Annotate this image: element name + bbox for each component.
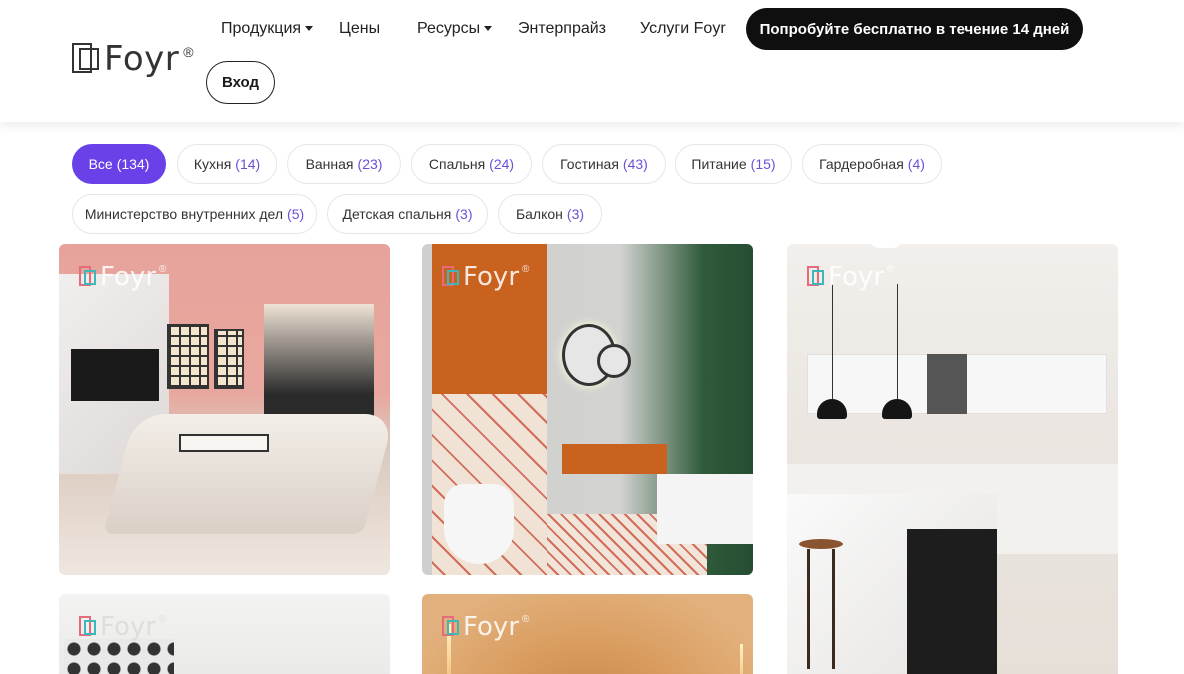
gallery-card-bathroom[interactable]: Foyr ® xyxy=(422,244,753,575)
gallery-card-living-room[interactable]: Foyr ® xyxy=(59,244,390,575)
vanity xyxy=(562,444,667,474)
foyr-logo[interactable]: Foyr ® xyxy=(72,42,194,76)
watermark-reg: ® xyxy=(522,614,530,625)
filter-count: (23) xyxy=(357,156,383,172)
gallery-card-4[interactable]: Foyr ® xyxy=(59,594,390,674)
nav-enterprise[interactable]: Энтерпрайз xyxy=(518,20,606,38)
foyr-watermark: Foyr ® xyxy=(442,264,529,290)
watermark-text: Foyr xyxy=(463,612,520,642)
logo-text: Foyr xyxy=(104,39,180,79)
coffee-table xyxy=(179,434,269,452)
site-header: Foyr ® Продукция Цены Ресурсы Энтерпрайз… xyxy=(0,0,1184,122)
chevron-down-icon xyxy=(305,25,314,31)
toilet xyxy=(444,484,514,564)
nav-resources-label: Ресурсы xyxy=(417,20,481,37)
nav-products-label: Продукция xyxy=(221,20,302,37)
gallery-card-kitchen[interactable]: Foyr ® xyxy=(787,244,1118,674)
filter-label: Балкон xyxy=(515,206,563,222)
filter-count: (5) xyxy=(287,206,305,222)
filter-chip-kitchen[interactable]: Кухня (14) xyxy=(177,144,277,184)
filter-label: Детская спальня xyxy=(342,206,452,222)
filter-count: (14) xyxy=(235,156,261,172)
window xyxy=(214,329,244,389)
nav-resources[interactable]: Ресурсы xyxy=(417,20,493,38)
filter-label: Все xyxy=(88,156,113,172)
filter-chip-bathroom[interactable]: Ванная (23) xyxy=(287,144,401,184)
light-strip xyxy=(740,644,743,674)
watermark-logo-icon xyxy=(442,616,460,638)
nav-foyr-services[interactable]: Услуги Foyr xyxy=(640,20,726,38)
watermark-logo-icon xyxy=(79,266,97,288)
patterned-wall xyxy=(64,639,174,674)
mirror xyxy=(597,344,631,378)
watermark-text: Foyr xyxy=(100,262,157,292)
watermark-reg: ® xyxy=(159,264,167,275)
island-panel xyxy=(907,529,997,674)
filter-label: Ванная xyxy=(305,156,354,172)
nav-pricing[interactable]: Цены xyxy=(339,20,380,38)
watermark-text: Foyr xyxy=(100,612,157,642)
filter-label: Питание xyxy=(691,156,747,172)
nav-pricing-label: Цены xyxy=(339,20,381,37)
nav-enterprise-label: Энтерпрайз xyxy=(518,20,607,37)
filter-chip-dining[interactable]: Питание (15) xyxy=(675,144,792,184)
filter-count: (134) xyxy=(116,156,150,172)
watermark-logo-icon xyxy=(807,266,825,288)
filter-label: Министерство внутренних дел xyxy=(84,206,284,222)
sofa xyxy=(102,414,390,534)
foyr-watermark: Foyr ® xyxy=(807,264,894,290)
watermark-text: Foyr xyxy=(463,262,520,292)
watermark-reg: ® xyxy=(159,614,167,625)
filter-chip-balcony[interactable]: Балкон (3) xyxy=(498,194,602,234)
range-hood xyxy=(927,354,967,414)
watermark-reg: ® xyxy=(887,264,895,275)
filter-chip-wardrobe[interactable]: Гардеробная (4) xyxy=(802,144,942,184)
foyr-watermark: Foyr ® xyxy=(79,264,166,290)
filter-label: Кухня xyxy=(193,156,232,172)
filter-label: Гардеробная xyxy=(819,156,904,172)
filter-chip-home-office[interactable]: Министерство внутренних дел (5) xyxy=(72,194,317,234)
lamp-cord xyxy=(897,284,898,399)
filter-chip-all[interactable]: Все (134) xyxy=(72,144,166,184)
watermark-logo-icon xyxy=(79,616,97,638)
bar-stool xyxy=(799,539,843,549)
nav-foyr-services-label: Услуги Foyr xyxy=(640,20,726,37)
filter-count: (43) xyxy=(622,156,648,172)
kitchen-area xyxy=(264,304,374,424)
lamp-cord xyxy=(832,284,833,399)
filter-count: (15) xyxy=(750,156,776,172)
filter-label: Спальня xyxy=(428,156,486,172)
filter-chip-living-room[interactable]: Гостиная (43) xyxy=(542,144,666,184)
nav-products[interactable]: Продукция xyxy=(221,20,314,38)
filter-label: Гостиная xyxy=(560,156,619,172)
filter-chip-bedroom[interactable]: Спальня (24) xyxy=(411,144,532,184)
filter-chip-kids-bedroom[interactable]: Детская спальня (3) xyxy=(327,194,488,234)
login-button[interactable]: Вход xyxy=(206,61,275,104)
gallery-card-5[interactable]: Foyr ® xyxy=(422,594,753,674)
chevron-down-icon xyxy=(484,25,493,31)
watermark-logo-icon xyxy=(442,266,460,288)
free-trial-button[interactable]: Попробуйте бесплатно в течение 14 дней xyxy=(746,8,1083,50)
filter-count: (3) xyxy=(455,206,473,222)
filter-count: (3) xyxy=(566,206,585,222)
logo-registered-mark: ® xyxy=(183,44,194,60)
window xyxy=(167,324,209,389)
logo-mark-icon xyxy=(72,43,100,75)
filter-count: (4) xyxy=(907,156,925,172)
tv xyxy=(71,349,159,401)
watermark-reg: ® xyxy=(522,264,530,275)
foyr-watermark: Foyr ® xyxy=(79,614,166,640)
filter-count: (24) xyxy=(489,156,515,172)
bar-stool-legs xyxy=(807,549,835,669)
foyr-watermark: Foyr ® xyxy=(442,614,529,640)
watermark-text: Foyr xyxy=(828,262,885,292)
bathtub xyxy=(657,474,753,544)
